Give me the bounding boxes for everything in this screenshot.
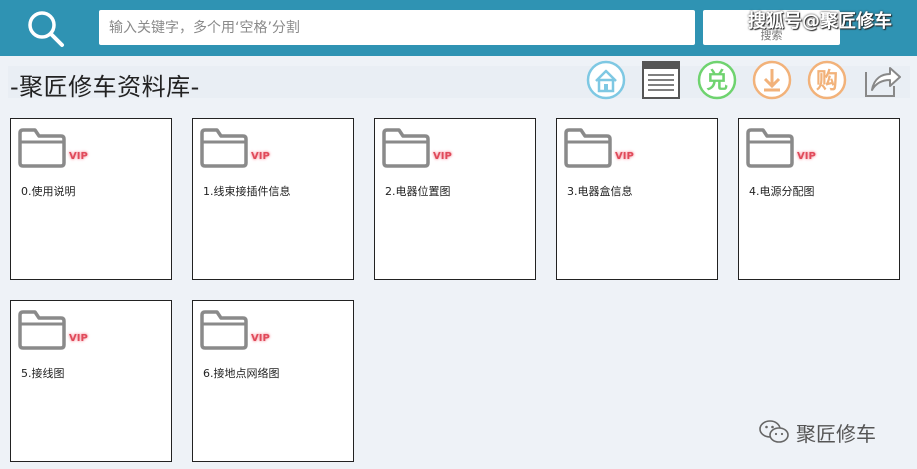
vip-badge: VIP	[797, 151, 816, 162]
page-title: -聚匠修车资料库-	[10, 73, 200, 101]
search-input[interactable]	[99, 10, 695, 45]
vip-badge: VIP	[615, 151, 634, 162]
vip-badge: VIP	[433, 151, 452, 162]
folder-label: 2.电器位置图	[385, 185, 451, 198]
folder-label: 6.接地点网络图	[203, 367, 280, 380]
folder-label: 5.接线图	[21, 367, 65, 380]
wechat-icon	[758, 418, 790, 446]
search-icon[interactable]	[24, 8, 68, 48]
folder-icon	[381, 125, 431, 169]
wechat-watermark-text: 聚匠修车	[796, 422, 876, 446]
home-icon[interactable]	[586, 60, 626, 100]
folder-tile[interactable]: VIP 5.接线图	[10, 300, 172, 462]
vip-badge: VIP	[251, 333, 270, 344]
folder-tile[interactable]: VIP 6.接地点网络图	[192, 300, 354, 462]
folder-icon	[199, 307, 249, 351]
folder-tile[interactable]: VIP 1.线束接插件信息	[192, 118, 354, 280]
folder-icon	[199, 125, 249, 169]
svg-text:兑: 兑	[706, 68, 728, 94]
folder-tile[interactable]: VIP 3.电器盒信息	[556, 118, 718, 280]
sohu-watermark: 搜狐号@聚匠修车	[748, 11, 892, 32]
folder-tile[interactable]: VIP 2.电器位置图	[374, 118, 536, 280]
vip-badge: VIP	[69, 151, 88, 162]
folder-label: 3.电器盒信息	[567, 185, 633, 198]
vip-badge: VIP	[69, 333, 88, 344]
folder-icon	[745, 125, 795, 169]
folder-tile[interactable]: VIP 4.电源分配图	[738, 118, 900, 280]
top-bar: 搜索 搜狐号@聚匠修车	[0, 0, 917, 56]
redeem-icon[interactable]: 兑	[697, 60, 737, 100]
folder-icon	[17, 125, 67, 169]
vip-badge: VIP	[251, 151, 270, 162]
wechat-watermark: 聚匠修车	[758, 418, 908, 446]
folder-label: 0.使用说明	[21, 185, 76, 198]
folder-icon	[563, 125, 613, 169]
catalog-icon[interactable]	[641, 60, 681, 100]
folder-label: 1.线束接插件信息	[203, 185, 291, 198]
share-icon[interactable]	[862, 60, 902, 100]
svg-text:购: 购	[816, 68, 838, 94]
folder-icon	[17, 307, 67, 351]
folder-label: 4.电源分配图	[749, 185, 815, 198]
download-icon[interactable]	[752, 60, 792, 100]
buy-icon[interactable]: 购	[807, 60, 847, 100]
folder-tile[interactable]: VIP 0.使用说明	[10, 118, 172, 280]
